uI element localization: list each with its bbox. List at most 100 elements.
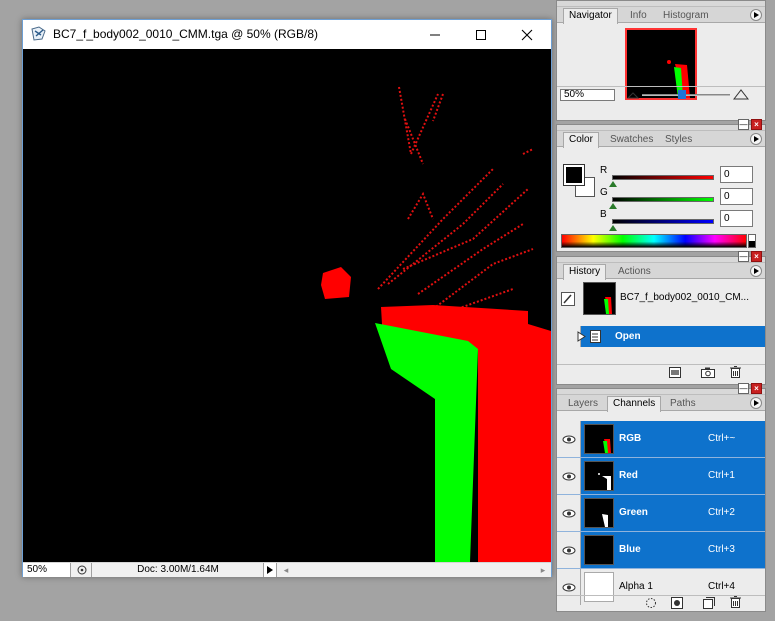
visibility-eye-icon[interactable] bbox=[557, 495, 581, 531]
channel-shortcut: Ctrl+~ bbox=[708, 433, 736, 444]
snapshot-camera-icon[interactable] bbox=[701, 367, 715, 381]
green-value-input[interactable]: 0 bbox=[720, 188, 753, 205]
new-channel-icon[interactable] bbox=[703, 597, 715, 612]
document-window[interactable]: BC7_f_body002_0010_CMM.tga @ 50% (RGB/8) bbox=[22, 19, 552, 577]
red-slider-knob[interactable] bbox=[609, 181, 617, 187]
foreground-color-swatch[interactable] bbox=[563, 164, 585, 186]
history-step-open[interactable]: Open bbox=[557, 326, 765, 347]
blue-slider-track[interactable] bbox=[612, 219, 714, 224]
open-document-icon bbox=[590, 330, 602, 346]
tab-layers[interactable]: Layers bbox=[563, 397, 603, 411]
tab-histogram[interactable]: Histogram bbox=[658, 9, 714, 23]
scroll-right-icon[interactable]: ▸ bbox=[535, 563, 551, 577]
channel-shortcut: Ctrl+4 bbox=[708, 581, 735, 592]
zoom-field[interactable]: 50% bbox=[23, 563, 71, 577]
close-panel-icon[interactable]: × bbox=[751, 251, 762, 262]
green-slider-track[interactable] bbox=[612, 197, 714, 202]
black-white-ramp[interactable] bbox=[748, 234, 756, 248]
channel-thumbnail bbox=[584, 535, 614, 565]
status-info-icon[interactable] bbox=[72, 563, 92, 577]
visibility-eye-icon[interactable] bbox=[557, 458, 581, 494]
tab-actions[interactable]: Actions bbox=[613, 265, 656, 279]
navigator-body bbox=[557, 23, 765, 100]
channels-panel-controls: — × bbox=[738, 383, 762, 394]
channel-thumbnail bbox=[584, 498, 614, 528]
channel-row-red[interactable]: Red Ctrl+1 bbox=[557, 458, 765, 495]
navigator-zoom-field[interactable]: 50% bbox=[560, 89, 615, 101]
document-titlebar[interactable]: BC7_f_body002_0010_CMM.tga @ 50% (RGB/8) bbox=[23, 20, 551, 49]
close-icon bbox=[521, 29, 533, 40]
load-channel-as-selection-icon[interactable] bbox=[645, 597, 657, 612]
history-tabs: — × History Actions bbox=[557, 251, 765, 280]
channel-name: Blue bbox=[619, 544, 641, 555]
visibility-eye-icon[interactable] bbox=[557, 421, 581, 457]
tab-paths[interactable]: Paths bbox=[665, 397, 701, 411]
history-footer bbox=[557, 364, 765, 381]
channel-row-blue[interactable]: Blue Ctrl+3 bbox=[557, 532, 765, 569]
zoom-in-icon[interactable] bbox=[732, 88, 750, 103]
panel-menu-button[interactable] bbox=[750, 9, 762, 21]
panel-menu-button[interactable] bbox=[750, 133, 762, 145]
tab-styles[interactable]: Styles bbox=[660, 133, 697, 147]
blue-value-input[interactable]: 0 bbox=[720, 210, 753, 227]
channel-row-green[interactable]: Green Ctrl+2 bbox=[557, 495, 765, 532]
green-slider-knob[interactable] bbox=[609, 203, 617, 209]
channel-shortcut: Ctrl+3 bbox=[708, 544, 735, 555]
channel-name: Green bbox=[619, 507, 648, 518]
history-state-marker-icon bbox=[577, 331, 587, 345]
red-slider-row: R 0 bbox=[597, 165, 767, 187]
save-selection-as-channel-icon[interactable] bbox=[671, 597, 683, 612]
green-label: G bbox=[600, 187, 608, 198]
red-slider-track[interactable] bbox=[612, 175, 714, 180]
panel-menu-button[interactable] bbox=[750, 397, 762, 409]
history-step-label: Open bbox=[615, 331, 641, 342]
image-canvas[interactable] bbox=[23, 49, 551, 562]
tab-channels[interactable]: Channels bbox=[607, 396, 662, 412]
channel-row-rgb[interactable]: RGB Ctrl+~ bbox=[557, 421, 765, 458]
minimize-panel-icon[interactable]: — bbox=[738, 251, 749, 262]
delete-channel-trash-icon[interactable] bbox=[730, 596, 741, 611]
history-panel: — × History Actions BC7_f_body002_0010_C… bbox=[556, 251, 766, 385]
tab-color[interactable]: Color bbox=[563, 132, 599, 148]
minimize-button[interactable] bbox=[412, 20, 458, 49]
tab-info[interactable]: Info bbox=[625, 9, 652, 23]
navigator-tabs: Navigator Info Histogram bbox=[557, 7, 765, 24]
panel-menu-icon bbox=[753, 12, 759, 18]
history-brush-icon[interactable] bbox=[561, 292, 575, 309]
navigator-zoom-knob[interactable] bbox=[677, 90, 686, 99]
minimize-panel-icon[interactable]: — bbox=[738, 383, 749, 394]
maximize-button[interactable] bbox=[458, 20, 504, 49]
panel-menu-icon bbox=[753, 400, 759, 406]
color-tabs: — × Color Swatches Styles bbox=[557, 119, 765, 148]
snapshot-label: BC7_f_body002_0010_CM... bbox=[620, 292, 749, 303]
scroll-left-icon[interactable]: ◂ bbox=[279, 563, 293, 577]
channel-thumbnail bbox=[584, 461, 614, 491]
channel-shortcut: Ctrl+2 bbox=[708, 507, 735, 518]
minimize-panel-icon[interactable]: — bbox=[738, 119, 749, 130]
close-panel-icon[interactable]: × bbox=[751, 119, 762, 130]
document-status-bar: 50% Doc: 3.00M/1.64M ◂ ▸ bbox=[23, 562, 551, 577]
panel-menu-button[interactable] bbox=[750, 265, 762, 277]
zoom-out-icon[interactable] bbox=[626, 89, 640, 102]
tab-swatches[interactable]: Swatches bbox=[605, 133, 658, 147]
visibility-eye-icon[interactable] bbox=[557, 532, 581, 568]
tab-history[interactable]: History bbox=[563, 264, 607, 280]
channel-name: Red bbox=[619, 470, 638, 481]
new-document-from-state-icon[interactable] bbox=[669, 367, 681, 381]
red-value-input[interactable]: 0 bbox=[720, 166, 753, 183]
maximize-icon bbox=[476, 29, 486, 40]
color-panel-controls: — × bbox=[738, 119, 762, 130]
close-panel-icon[interactable]: × bbox=[751, 383, 762, 394]
blue-slider-knob[interactable] bbox=[609, 225, 617, 231]
color-spectrum-ramp[interactable] bbox=[561, 234, 747, 248]
channel-name: RGB bbox=[619, 433, 642, 444]
close-button[interactable] bbox=[504, 20, 550, 49]
trash-icon[interactable] bbox=[730, 366, 741, 381]
panel-menu-icon bbox=[753, 136, 759, 142]
minimize-icon bbox=[430, 34, 440, 35]
navigator-zoom-slider[interactable] bbox=[642, 90, 730, 99]
channel-thumbnail bbox=[584, 424, 614, 454]
history-snapshot-row[interactable]: BC7_f_body002_0010_CM... bbox=[557, 280, 765, 318]
status-menu-arrow-icon[interactable] bbox=[263, 563, 277, 577]
tab-navigator[interactable]: Navigator bbox=[563, 8, 618, 24]
